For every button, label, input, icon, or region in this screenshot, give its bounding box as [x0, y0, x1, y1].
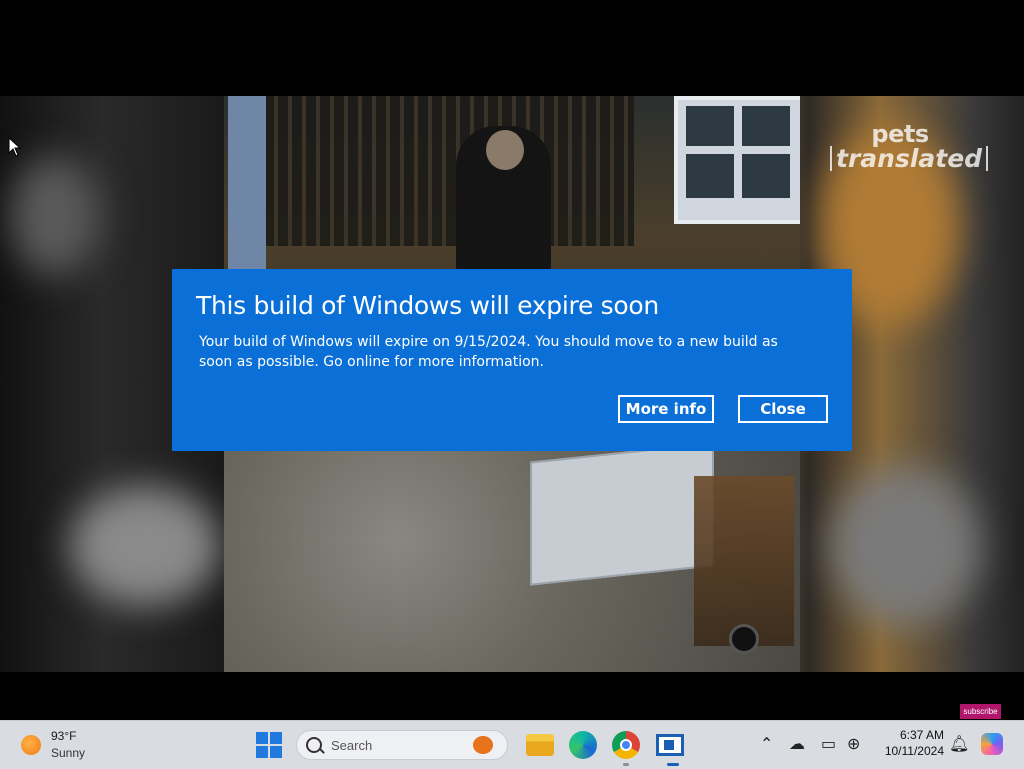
blurred-background-right-bottom [830, 466, 980, 626]
taskbar: 93°F Sunny Search ⌃ ☁ ▭ ⊕ 6:37 AM 10/11/… [0, 720, 1024, 769]
chrome-running-indicator [623, 763, 629, 766]
search-icon [306, 737, 322, 753]
chevron-up-icon[interactable]: ⌃ [760, 734, 773, 753]
watermark-line1: pets [871, 120, 929, 148]
dialog-title: This build of Windows will expire soon [196, 291, 659, 320]
taskbar-search-box[interactable]: Search [296, 730, 508, 760]
edge-icon[interactable] [569, 731, 597, 759]
window-pane [742, 106, 790, 146]
weather-sun-icon [21, 735, 41, 755]
file-explorer-icon[interactable] [526, 734, 554, 756]
network-icon[interactable]: ⊕ [847, 734, 860, 753]
onedrive-icon[interactable]: ☁ [789, 734, 805, 753]
pumpkin-icon [473, 736, 493, 754]
clock-time: 6:37 AM [899, 728, 944, 742]
porch-fence [264, 96, 634, 246]
mouse-cursor-icon [8, 137, 22, 157]
weather-condition: Sunny [51, 746, 86, 760]
weather-temperature: 93°F [51, 729, 77, 743]
bell-icon[interactable]: 🔔︎ [949, 734, 969, 753]
windows-start-icon[interactable] [256, 732, 282, 758]
window-pane [686, 154, 734, 198]
window-pane [742, 154, 790, 198]
window-pane [686, 106, 734, 146]
house-post [228, 96, 266, 296]
subscribe-badge[interactable]: subscribe [960, 704, 1001, 719]
dialog-message: Your build of Windows will expire on 9/1… [199, 334, 778, 370]
active-app-indicator [667, 763, 679, 766]
taskbar-clock[interactable]: 6:37 AM 10/11/2024 [872, 727, 944, 759]
copilot-icon[interactable] [981, 733, 1003, 755]
search-placeholder: Search [331, 738, 373, 753]
pets-translated-watermark: pets translated [830, 120, 989, 171]
chrome-icon[interactable] [612, 731, 640, 759]
build-expiry-dialog: This build of Windows will expire soon Y… [172, 269, 852, 451]
wooden-cart [694, 476, 794, 646]
display-icon[interactable]: ▭ [821, 734, 836, 753]
cart-wheel [729, 624, 759, 654]
blurred-background-left [10, 156, 100, 276]
watermark-line2: translated [830, 146, 989, 171]
clock-date: 10/11/2024 [884, 744, 944, 758]
cardboard-box [530, 442, 714, 586]
close-button[interactable]: Close [738, 395, 828, 423]
more-info-button[interactable]: More info [618, 395, 714, 423]
active-app-icon[interactable] [656, 734, 684, 756]
blurred-background-left-bottom [70, 486, 220, 606]
person-head [486, 130, 524, 170]
house-window [674, 96, 800, 224]
